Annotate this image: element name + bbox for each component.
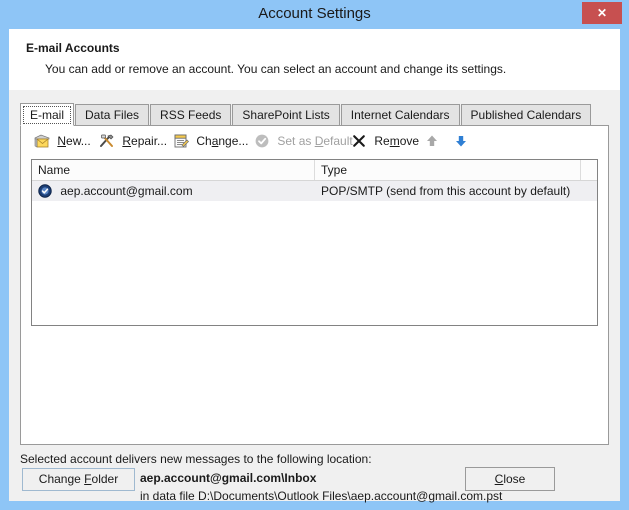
column-header-name[interactable]: Name (32, 160, 315, 180)
window-close-button[interactable]: ✕ (582, 2, 622, 24)
arrow-down-icon (453, 133, 469, 149)
tab-label: E-mail (30, 108, 65, 122)
remove-account-button[interactable]: Remove (351, 131, 419, 153)
tab-internet-calendars[interactable]: Internet Calendars (340, 104, 460, 125)
change-account-label: Change... (196, 134, 249, 148)
new-account-label: New... (57, 134, 91, 148)
set-as-default-button: Set as Default (254, 131, 353, 153)
change-account-button[interactable]: Change... (173, 131, 248, 153)
account-name-cell: aep.account@gmail.com (38, 181, 193, 201)
arrow-up-icon (424, 133, 440, 149)
tab-email[interactable]: E-mail (20, 103, 75, 126)
tab-label: Published Calendars (470, 108, 582, 122)
tab-label: Internet Calendars (350, 108, 450, 122)
tab-label: Data Files (85, 108, 140, 122)
tab-label: SharePoint Lists (242, 108, 330, 122)
tab-published-calendars[interactable]: Published Calendars (460, 104, 592, 125)
account-name-text: aep.account@gmail.com (60, 184, 193, 198)
column-header-spacer[interactable] (581, 160, 597, 180)
repair-account-button[interactable]: Repair... (99, 131, 167, 153)
title-bar: Account Settings ✕ (0, 0, 629, 29)
remove-account-label: Remove (374, 134, 420, 148)
delivery-location-label: Selected account delivers new messages t… (20, 452, 372, 466)
tab-rss-feeds[interactable]: RSS Feeds (150, 104, 232, 125)
tab-data-files[interactable]: Data Files (75, 104, 150, 125)
email-tab-page: New... Repair... Change... Set as Defaul… (20, 125, 609, 445)
move-up-button (424, 131, 444, 153)
tab-strip: E-mail Data Files RSS Feeds SharePoint L… (20, 103, 620, 146)
set-default-check-icon (254, 133, 270, 149)
column-header-type[interactable]: Type (315, 160, 581, 180)
tab-sharepoint-lists[interactable]: SharePoint Lists (232, 104, 340, 125)
table-row[interactable]: aep.account@gmail.com POP/SMTP (send fro… (32, 181, 597, 201)
header-panel: E-mail Accounts You can add or remove an… (9, 29, 620, 90)
list-header: Name Type (32, 160, 597, 181)
move-down-button[interactable] (453, 131, 473, 153)
delivery-location-path: aep.account@gmail.com\Inbox (140, 471, 317, 485)
set-as-default-label: Set as Default (277, 134, 353, 148)
default-account-icon (38, 184, 52, 198)
dialog-body: E-mail Data Files RSS Feeds SharePoint L… (9, 90, 620, 503)
tab-label: RSS Feeds (160, 108, 222, 122)
close-icon: ✕ (596, 6, 608, 20)
account-settings-window: Account Settings ✕ E-mail Accounts You c… (0, 0, 629, 510)
remove-x-icon (351, 133, 367, 149)
page-title: E-mail Accounts (26, 41, 120, 55)
new-account-button[interactable]: New... (34, 131, 91, 153)
account-type-cell: POP/SMTP (send from this account by defa… (321, 184, 571, 198)
new-mail-icon (34, 133, 50, 149)
change-folder-button[interactable]: Change Folder (22, 468, 135, 491)
change-form-icon (173, 133, 189, 149)
repair-tools-icon (99, 133, 115, 149)
window-title: Account Settings (258, 5, 371, 22)
accounts-toolbar: New... Repair... Change... Set as Defaul… (21, 126, 608, 158)
page-subtitle: You can add or remove an account. You ca… (45, 62, 507, 76)
close-button[interactable]: Close (465, 467, 555, 491)
delivery-data-file: in data file D:\Documents\Outlook Files\… (140, 489, 503, 503)
repair-account-label: Repair... (122, 134, 168, 148)
accounts-list[interactable]: Name Type aep.account@gmail.com POP/SMTP… (31, 159, 598, 326)
